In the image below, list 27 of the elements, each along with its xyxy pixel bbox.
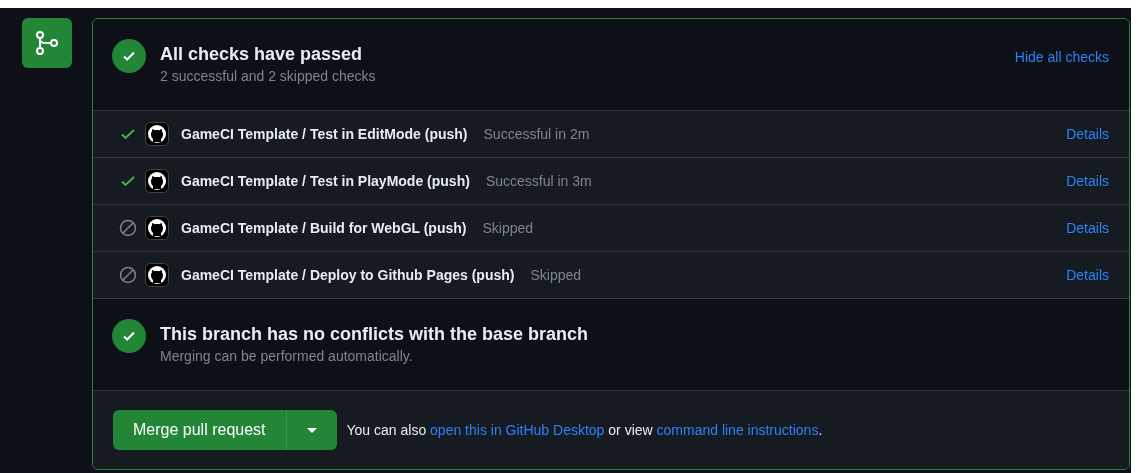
- branch-icon: [22, 18, 72, 68]
- dropdown-button[interactable]: [286, 410, 337, 450]
- hide-checks-link[interactable]: Hide all checks: [1014, 47, 1109, 68]
- check-name: GameCI Template / Test in PlayMode (push): [181, 171, 470, 191]
- check-name: GameCI Template / Deploy to Github Pages (push): [181, 265, 515, 285]
- check-name: GameCI Template / Test in EditMode (push): [181, 124, 468, 144]
- details-link[interactable]: Details: [1066, 170, 1109, 192]
- github-logo-icon: [145, 216, 169, 240]
- check-status: Skipped: [482, 218, 535, 238]
- details-link[interactable]: Details: [1066, 217, 1109, 239]
- github-logo-icon: [145, 263, 169, 287]
- check-status: Skipped: [530, 265, 583, 285]
- github-logo-icon: [145, 169, 169, 193]
- section-subtitle: 2 successful and 2 skipped checks: [160, 67, 377, 87]
- check-status: Successful in 3m: [485, 171, 593, 191]
- merge-note: You can also open this in GitHub Desktop or view command line instructions.: [346, 420, 823, 440]
- section-title: This branch has no conflicts with the base branch: [160, 323, 590, 346]
- merge-button[interactable]: Merge pull request: [113, 410, 287, 450]
- check-name: GameCI Template / Build for WebGL (push): [181, 218, 467, 238]
- details-link[interactable]: Details: [1066, 123, 1109, 145]
- github-logo-icon: [145, 122, 169, 146]
- section-title: All checks have passed: [160, 43, 364, 66]
- details-link[interactable]: Details: [1066, 264, 1109, 286]
- caret-icon: [306, 427, 317, 434]
- section-subtitle: Merging can be performed automatically.: [160, 347, 414, 367]
- desktop-link[interactable]: open this in GitHub Desktop: [430, 421, 605, 438]
- check-status: Successful in 2m: [483, 124, 591, 144]
